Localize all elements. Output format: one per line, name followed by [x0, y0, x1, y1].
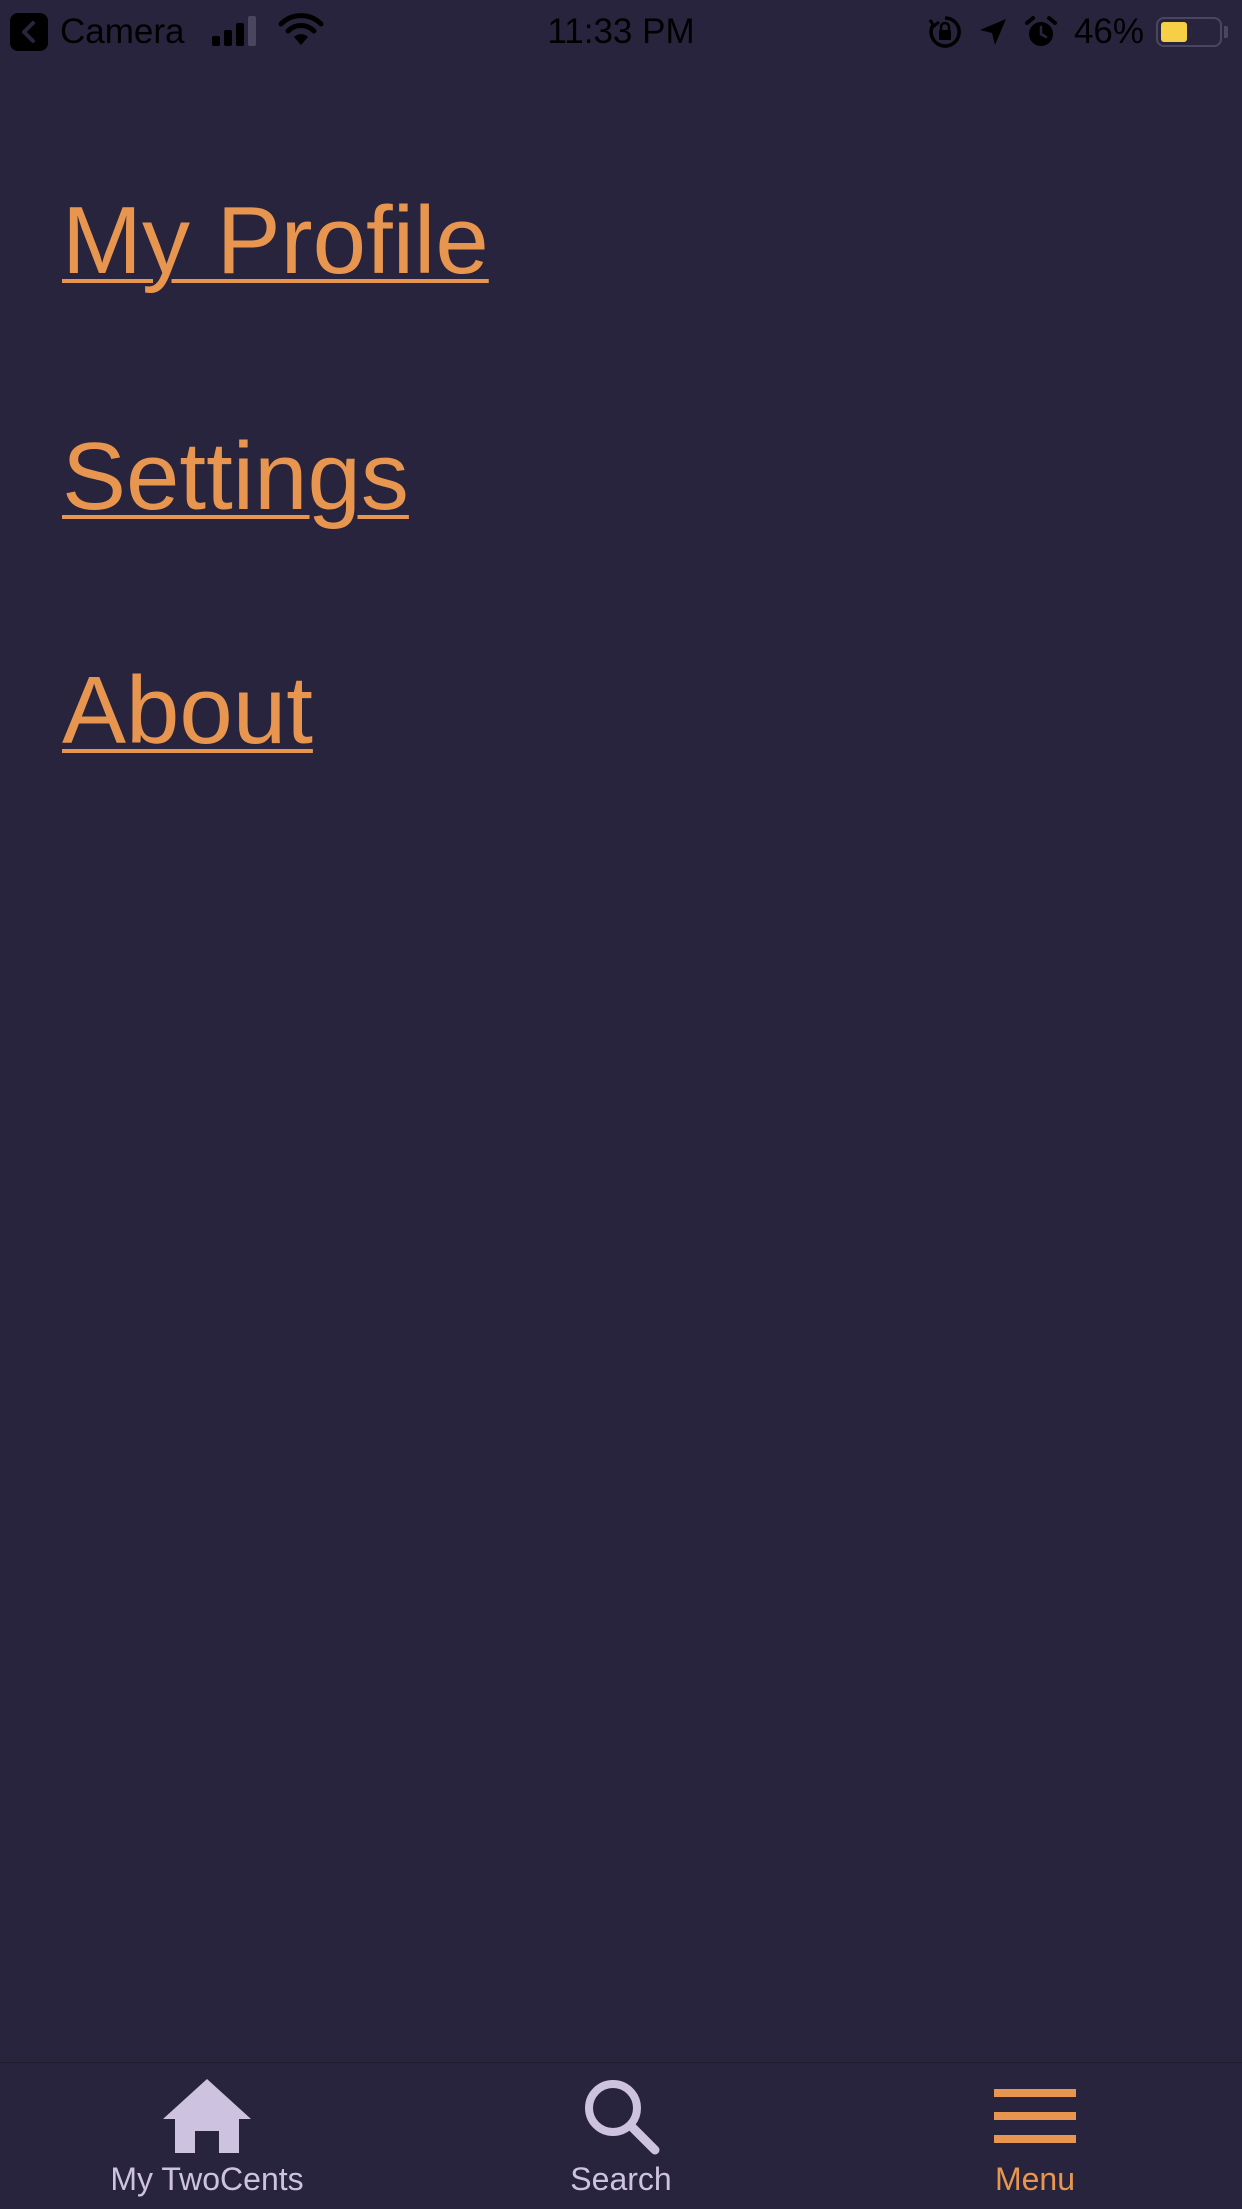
menu-link-my-profile[interactable]: My Profile: [62, 186, 489, 296]
tab-menu[interactable]: Menu: [828, 2063, 1242, 2209]
orientation-lock-icon: [928, 15, 962, 49]
tab-label-search: Search: [570, 2161, 672, 2197]
tab-search[interactable]: Search: [414, 2063, 828, 2209]
hamburger-menu-icon: [828, 2073, 1242, 2159]
status-right-group: 46%: [928, 10, 1228, 54]
tab-my-twocents[interactable]: My TwoCents: [0, 2063, 414, 2209]
menu-link-settings[interactable]: Settings: [62, 422, 409, 532]
battery-icon: [1156, 17, 1222, 47]
battery-level-fill: [1161, 22, 1187, 42]
menu-link-about[interactable]: About: [62, 656, 313, 766]
location-arrow-icon: [978, 17, 1008, 47]
alarm-icon: [1024, 15, 1058, 49]
home-icon: [0, 2073, 414, 2159]
status-bar: Camera 11:33 PM 46%: [0, 0, 1242, 64]
tab-bar: My TwoCents Search Menu: [0, 2062, 1242, 2209]
tab-label-my-twocents: My TwoCents: [110, 2161, 304, 2197]
search-icon: [414, 2073, 828, 2159]
battery-percent: 46%: [1073, 12, 1144, 51]
battery-cap: [1224, 26, 1228, 38]
tab-label-menu: Menu: [994, 2161, 1076, 2197]
